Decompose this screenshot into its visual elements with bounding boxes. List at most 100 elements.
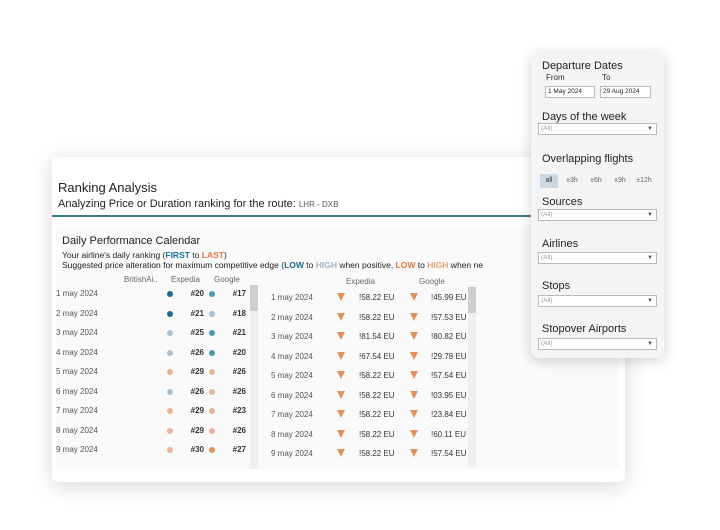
price-down-icon (410, 293, 418, 301)
price-scrollbar-thumb[interactable] (468, 287, 476, 313)
rank-row-date: 1 may 2024 (56, 289, 98, 298)
price-row-date: 2 may 2024 (271, 312, 313, 322)
google-price-value: !45.99 EU (431, 293, 467, 302)
overlap-6h-button[interactable]: ±6h (586, 174, 606, 188)
calendar-title: Daily Performance Calendar (62, 235, 201, 247)
expedia-rank-dot (167, 310, 173, 317)
google-rank-value: #17 (232, 289, 246, 298)
google-rank-dot (209, 349, 215, 356)
price-row-date: 7 may 2024 (271, 410, 313, 419)
filter-panel: Departure Dates From To 1 May 2024 29 Au… (531, 52, 664, 358)
price-row-date: 8 may 2024 (271, 429, 313, 439)
google-rank-value: #21 (232, 328, 246, 337)
google-price-value: !23.84 EU (431, 410, 467, 419)
expedia-rank-value: #20 (190, 289, 204, 298)
stops-title: Stops (542, 280, 571, 292)
google-price-value: !03.95 EU (431, 390, 467, 400)
from-label: From (546, 73, 565, 82)
price-scrollbar[interactable] (468, 287, 476, 467)
price-down-icon (410, 449, 418, 457)
first-label: FIRST (165, 250, 190, 260)
expedia-rank-dot (167, 427, 173, 434)
route-label: LHR - DXB (298, 200, 339, 209)
rank-row-date: 5 may 2024 (56, 367, 98, 376)
price-row-date: 4 may 2024 (271, 351, 313, 361)
google-rank-value: #23 (232, 406, 246, 415)
low-negative-label: LOW (395, 260, 416, 270)
high-negative-label: HIGH (427, 260, 449, 270)
sources-dropdown[interactable]: (All) ▼ (538, 209, 657, 221)
overlap-9h-button[interactable]: ±9h (610, 174, 630, 188)
rank-row-date: 7 may 2024 (56, 406, 98, 415)
airlines-dropdown[interactable]: (All) ▼ (538, 252, 657, 264)
expedia-price-value: !81.54 EU (359, 332, 395, 341)
departure-dates-title: Departure Dates (542, 60, 623, 72)
google-price-value: !57.54 EU (431, 449, 467, 458)
from-date-input[interactable]: 1 May 2024 (545, 86, 595, 98)
google-rank-dot (209, 447, 215, 453)
expedia-price-value: !58.22 EU (359, 371, 395, 380)
dropdown-arrow-icon: ▼ (647, 298, 653, 304)
subtitle-text: Analyzing Price or Duration ranking for … (58, 198, 296, 210)
days-of-week-title: Days of the week (542, 111, 627, 123)
desc2-to: to (303, 260, 316, 270)
low-label: LOW (284, 260, 304, 270)
desc2-prefix: Suggested price alteration for maximum c… (62, 260, 285, 270)
expedia-price-value: !67.54 EU (359, 351, 395, 361)
expedia-price-value: !58.22 EU (359, 312, 395, 322)
overlap-all-button[interactable]: all (540, 174, 558, 188)
price-down-icon (410, 312, 418, 321)
google-rank-value: #26 (232, 386, 246, 396)
days-of-week-dropdown[interactable]: (All) ▼ (538, 123, 657, 135)
airlines-title: Airlines (542, 238, 579, 250)
price-down-icon (337, 312, 345, 321)
stops-dropdown[interactable]: (All) ▼ (538, 295, 657, 307)
stopover-airports-dropdown[interactable]: (All) ▼ (538, 338, 657, 350)
price-row-date: 6 may 2024 (271, 390, 313, 400)
expedia-rank-dot (167, 349, 173, 356)
to-date-input[interactable]: 29 Aug 2024 (600, 86, 651, 98)
overlap-12h-button[interactable]: ±12h (633, 174, 655, 188)
overlap-3h-button[interactable]: ±3h (562, 174, 582, 188)
price-down-icon (410, 390, 418, 399)
google-rank-dot (209, 291, 215, 297)
price-down-icon (337, 332, 345, 340)
price-row-date: 1 may 2024 (271, 293, 313, 302)
price-down-icon (337, 390, 345, 399)
expedia-price-value: !58.22 EU (359, 429, 395, 439)
google-rank-dot (209, 427, 215, 434)
google-rank-value: #18 (232, 308, 246, 318)
dropdown-arrow-icon: ▼ (647, 341, 653, 347)
ranking-scrollbar[interactable] (250, 285, 258, 469)
col-header-expedia-rank: Expedia (171, 275, 200, 284)
expedia-rank-dot (167, 408, 173, 414)
expedia-rank-value: #29 (190, 367, 204, 376)
ranking-scrollbar-thumb[interactable] (250, 285, 258, 311)
rank-row-date: 2 may 2024 (56, 308, 98, 318)
price-down-icon (337, 371, 345, 379)
google-price-value: !57.54 EU (431, 371, 467, 380)
dropdown-arrow-icon: ▼ (647, 255, 653, 261)
expedia-price-value: !58.22 EU (359, 449, 395, 458)
expedia-rank-value: #30 (190, 445, 204, 454)
last-label: LAST (201, 250, 224, 260)
desc1-prefix: Your airline's daily ranking ( (62, 250, 166, 260)
price-down-icon (410, 371, 418, 379)
desc1-to: to (189, 250, 202, 260)
expedia-rank-value: #26 (190, 386, 204, 396)
google-rank-dot (209, 369, 215, 375)
google-rank-value: #27 (232, 445, 246, 454)
price-down-icon (337, 351, 345, 360)
expedia-rank-dot (167, 330, 173, 336)
price-down-icon (337, 410, 345, 418)
rank-row-date: 8 may 2024 (56, 425, 98, 435)
price-down-icon (410, 332, 418, 340)
sources-value: (All) (541, 211, 553, 218)
price-down-icon (337, 449, 345, 457)
airlines-value: (All) (541, 254, 553, 261)
price-description: Suggested price alteration for maximum c… (62, 260, 483, 270)
expedia-price-value: !58.22 EU (359, 293, 395, 302)
google-rank-value: #20 (232, 347, 246, 357)
col-header-expedia-price: Expedia (346, 277, 375, 286)
desc2-to2: to (415, 260, 428, 270)
